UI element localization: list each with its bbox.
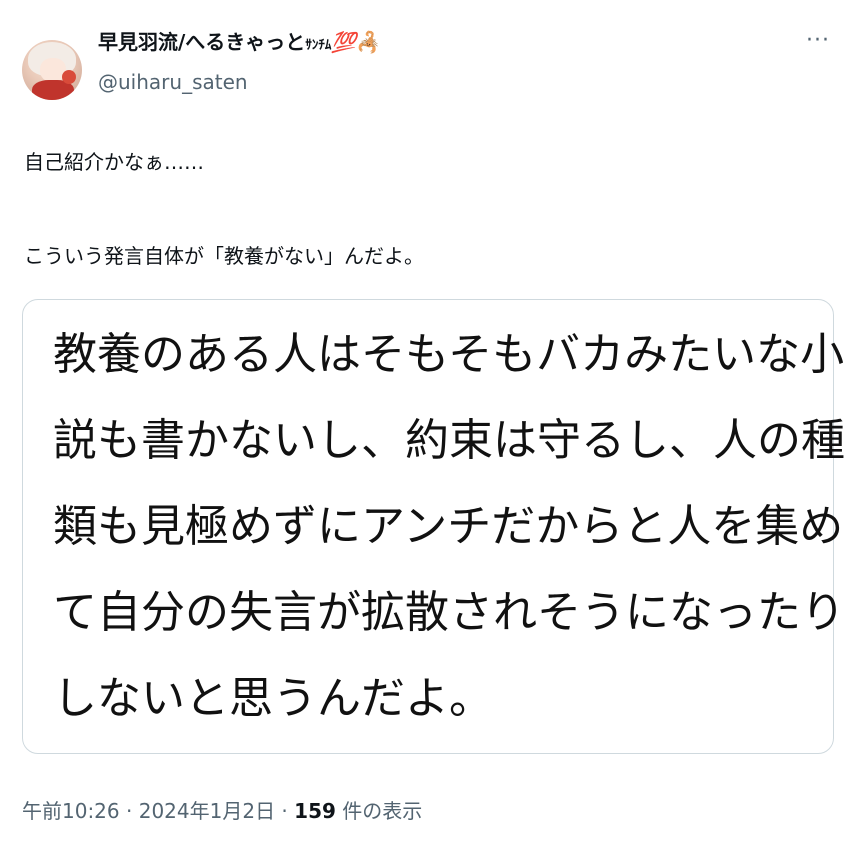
image-text: 教養のある人はそもそもバカみたいな小 説も書かないし、約束は守るし、人の種 類も… — [53, 312, 845, 742]
image-text-line: 説も書かないし、約束は守るし、人の種 — [53, 415, 845, 466]
author-name-text: 早見羽流/へるきゃっと — [98, 30, 306, 54]
author-name-badge: ｻﾝﾁﾑ — [305, 38, 332, 53]
image-text-line: 教養のある人はそもそもバカみたいな小 — [53, 329, 845, 380]
meta-separator: · — [119, 799, 139, 823]
view-label: 件の表示 — [335, 799, 423, 823]
tweet-text-line-2: こういう発言自体が「教養がない」んだよ。 — [24, 244, 424, 268]
image-text-line: て自分の失言が拡散されそうになったり — [53, 587, 845, 638]
scorpion-icon: 🦂 — [356, 30, 382, 54]
hundred-points-icon: 💯 — [331, 30, 357, 54]
author-handle[interactable]: @uiharu_saten — [98, 70, 248, 94]
tweet-text-line-1: 自己紹介かなぁ…… — [24, 150, 204, 174]
tweet-time[interactable]: 午前10:26 — [22, 799, 120, 823]
attached-image[interactable]: 教養のある人はそもそもバカみたいな小 説も書かないし、約束は守るし、人の種 類も… — [22, 299, 845, 754]
view-count[interactable]: 159 — [294, 799, 336, 823]
meta-separator: · — [275, 799, 295, 823]
tweet: 早見羽流/へるきゃっとｻﾝﾁﾑ💯🦂 @uiharu_saten ··· 自己紹介… — [0, 0, 857, 857]
avatar-accent — [62, 70, 76, 84]
avatar[interactable] — [22, 40, 82, 100]
tweet-date[interactable]: 2024年1月2日 — [139, 799, 275, 823]
author-display-name[interactable]: 早見羽流/へるきゃっとｻﾝﾁﾑ💯🦂 — [98, 26, 381, 55]
more-options-icon[interactable]: ··· — [806, 28, 830, 53]
image-text-line: しないと思うんだよ。 — [53, 673, 493, 724]
tweet-meta: 午前10:26 · 2024年1月2日 · 159 件の表示 — [22, 795, 422, 824]
image-text-line: 類も見極めずにアンチだからと人を集め — [53, 501, 844, 552]
